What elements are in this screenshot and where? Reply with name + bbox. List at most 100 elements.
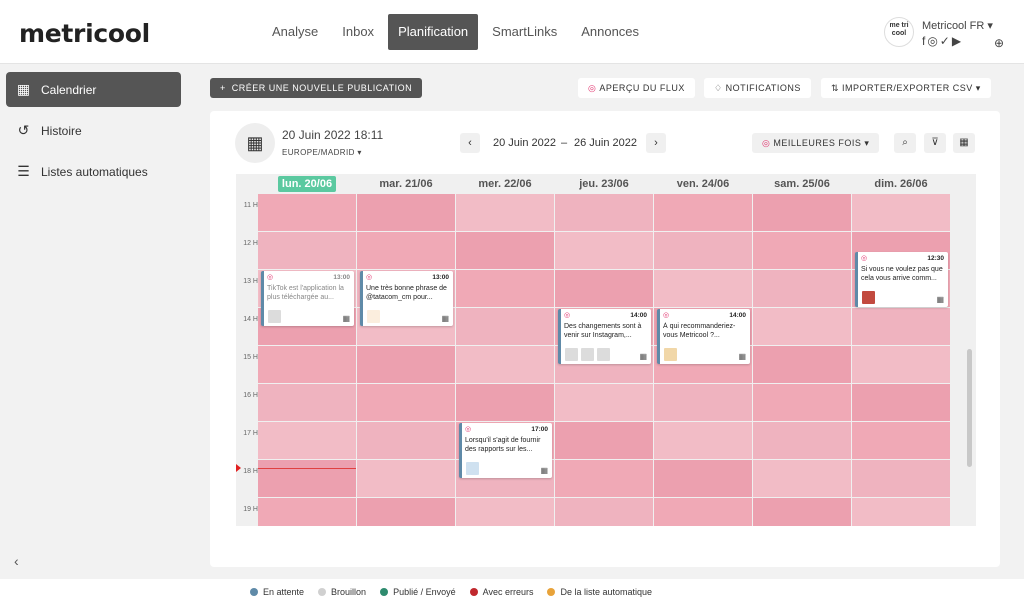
time-slot[interactable] bbox=[753, 308, 851, 345]
time-slot[interactable] bbox=[555, 270, 653, 307]
hour-label: 19 H bbox=[243, 506, 258, 513]
time-slot[interactable] bbox=[852, 498, 950, 526]
sidebar: ▦ Calendrier ↺ Histoire ☰ Listes automat… bbox=[0, 64, 195, 579]
time-slot[interactable] bbox=[456, 346, 554, 383]
day-header[interactable]: dim. 26/06 bbox=[852, 174, 950, 194]
time-slot[interactable] bbox=[852, 460, 950, 497]
legend-item: Publié / Envoyé bbox=[380, 587, 456, 597]
time-slot[interactable] bbox=[852, 346, 950, 383]
time-slot[interactable] bbox=[753, 498, 851, 526]
time-slot[interactable] bbox=[357, 384, 455, 421]
nav-inbox[interactable]: Inbox bbox=[332, 14, 384, 50]
time-slot[interactable] bbox=[555, 498, 653, 526]
import-export-button[interactable]: ⇅ IMPORTER/EXPORTER CSV ▾ bbox=[821, 78, 991, 98]
time-slot[interactable] bbox=[555, 460, 653, 497]
post-time: 14:00 bbox=[630, 312, 647, 319]
time-slot[interactable] bbox=[852, 384, 950, 421]
time-slot[interactable] bbox=[654, 422, 752, 459]
day-header[interactable]: lun. 20/06 bbox=[258, 174, 356, 194]
post-card[interactable]: ◎ 14:00 À qui recommanderiez-vous Metric… bbox=[657, 309, 750, 364]
time-slot[interactable] bbox=[258, 422, 356, 459]
time-slot[interactable] bbox=[357, 194, 455, 231]
search-icon[interactable]: ⌕ bbox=[894, 133, 916, 153]
time-slot[interactable] bbox=[456, 308, 554, 345]
hour-label: 12 H bbox=[243, 240, 258, 247]
time-slot[interactable] bbox=[258, 232, 356, 269]
time-slot[interactable] bbox=[555, 422, 653, 459]
time-slot[interactable] bbox=[852, 422, 950, 459]
time-slot[interactable] bbox=[456, 232, 554, 269]
time-slot[interactable] bbox=[258, 194, 356, 231]
best-times-button[interactable]: ◎ MEILLEURES FOIS ▾ bbox=[752, 133, 880, 153]
sidebar-item-calendrier[interactable]: ▦ Calendrier bbox=[6, 72, 181, 107]
time-slot[interactable] bbox=[654, 384, 752, 421]
time-slot[interactable] bbox=[456, 384, 554, 421]
post-card[interactable]: ◎ 12:30 Si vous ne voulez pas que cela v… bbox=[855, 252, 948, 307]
time-slot[interactable] bbox=[555, 232, 653, 269]
time-slot[interactable] bbox=[753, 346, 851, 383]
timezone-select[interactable]: EUROPE/MADRID ▾ bbox=[282, 148, 362, 157]
time-slot[interactable] bbox=[753, 232, 851, 269]
legend-item: Brouillon bbox=[318, 587, 366, 597]
nav-smartlinks[interactable]: SmartLinks bbox=[482, 14, 567, 50]
post-thumbnail bbox=[664, 348, 677, 361]
day-header[interactable]: jeu. 23/06 bbox=[555, 174, 653, 194]
time-slot[interactable] bbox=[753, 384, 851, 421]
time-slot[interactable] bbox=[753, 460, 851, 497]
day-header[interactable]: sam. 25/06 bbox=[753, 174, 851, 194]
post-time: 17:00 bbox=[531, 426, 548, 433]
time-slot[interactable] bbox=[753, 422, 851, 459]
time-slot[interactable] bbox=[654, 194, 752, 231]
time-slot[interactable] bbox=[258, 498, 356, 526]
time-slot[interactable] bbox=[555, 384, 653, 421]
instagram-icon: ◎ bbox=[588, 83, 600, 93]
time-slot[interactable] bbox=[654, 270, 752, 307]
time-slot[interactable] bbox=[357, 232, 455, 269]
next-week-button[interactable]: › bbox=[646, 133, 666, 153]
create-post-button[interactable]: + CRÉER UNE NOUVELLE PUBLICATION bbox=[210, 78, 423, 98]
time-slot[interactable] bbox=[357, 498, 455, 526]
globe-icon[interactable]: ⊕ bbox=[994, 36, 1004, 50]
time-slot[interactable] bbox=[258, 460, 356, 497]
time-slot[interactable] bbox=[357, 422, 455, 459]
metricool-logo[interactable]: metricool bbox=[19, 19, 150, 48]
time-slot[interactable] bbox=[555, 194, 653, 231]
time-slot[interactable] bbox=[258, 346, 356, 383]
range-end[interactable]: 26 Juin 2022 bbox=[574, 137, 637, 149]
post-card[interactable]: ◎ 13:00 TikTok est l'application la plus… bbox=[261, 271, 354, 326]
account-switcher[interactable]: me tri cool Metricool FR ▾ f◎✓▶ ⊕ bbox=[884, 17, 1004, 51]
time-slot[interactable] bbox=[456, 270, 554, 307]
time-slot[interactable] bbox=[753, 270, 851, 307]
prev-week-button[interactable]: ‹ bbox=[460, 133, 480, 153]
day-header[interactable]: mer. 22/06 bbox=[456, 174, 554, 194]
time-slot[interactable] bbox=[852, 308, 950, 345]
time-slot[interactable] bbox=[456, 498, 554, 526]
post-card[interactable]: ◎ 17:00 Lorsqu'il s'agit de fournir des … bbox=[459, 423, 552, 478]
time-slot[interactable] bbox=[753, 194, 851, 231]
range-start[interactable]: 20 Juin 2022 bbox=[493, 137, 556, 149]
sidebar-item-listes[interactable]: ☰ Listes automatiques bbox=[6, 154, 181, 189]
sidebar-item-histoire[interactable]: ↺ Histoire bbox=[6, 113, 181, 148]
post-card[interactable]: ◎ 14:00 Des changements sont à venir sur… bbox=[558, 309, 651, 364]
time-slot[interactable] bbox=[654, 232, 752, 269]
time-slot[interactable] bbox=[852, 194, 950, 231]
post-card[interactable]: ◎ 13:00 Une très bonne phrase de @tataco… bbox=[360, 271, 453, 326]
time-slot[interactable] bbox=[456, 194, 554, 231]
time-slot[interactable] bbox=[357, 460, 455, 497]
time-slot[interactable] bbox=[654, 460, 752, 497]
nav-annonces[interactable]: Annonces bbox=[571, 14, 649, 50]
nav-planification[interactable]: Planification bbox=[388, 14, 479, 50]
time-slot[interactable] bbox=[654, 498, 752, 526]
collapse-sidebar-icon[interactable]: ‹ bbox=[14, 553, 19, 569]
notifications-button[interactable]: ♢ NOTIFICATIONS bbox=[704, 78, 811, 98]
grid-icon: ▦ bbox=[936, 295, 944, 304]
day-header[interactable]: mar. 21/06 bbox=[357, 174, 455, 194]
filter-icon[interactable]: ⊽ bbox=[924, 133, 946, 153]
feed-preview-button[interactable]: ◎ APERÇU DU FLUX bbox=[578, 78, 695, 98]
time-slot[interactable] bbox=[258, 384, 356, 421]
calendar-view-icon[interactable]: ▦ bbox=[953, 133, 975, 153]
day-header[interactable]: ven. 24/06 bbox=[654, 174, 752, 194]
nav-analyse[interactable]: Analyse bbox=[262, 14, 328, 50]
time-slot[interactable] bbox=[357, 346, 455, 383]
scrollbar[interactable] bbox=[967, 349, 972, 467]
